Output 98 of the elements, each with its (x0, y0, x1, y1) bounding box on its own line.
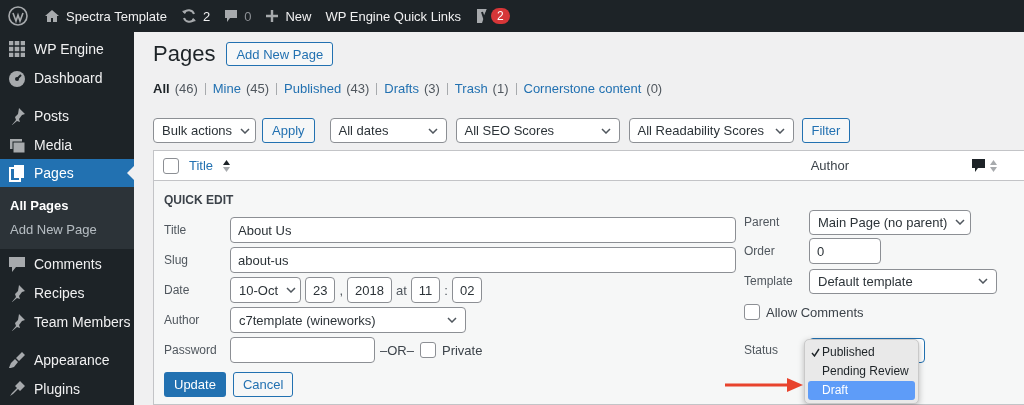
filter-dropdown[interactable]: All SEO Scores (455, 118, 620, 143)
field-label: Author (164, 313, 201, 327)
submenu-item[interactable]: Add New Page (0, 218, 134, 242)
filter-dropdown[interactable]: All Readability Scores (628, 118, 794, 143)
author-dropdown[interactable]: c7template (wineworks) (230, 307, 466, 333)
title-input[interactable]: About Us (230, 217, 736, 243)
hour-input[interactable]: 11 (410, 277, 441, 303)
sort-arrows-icon (223, 159, 231, 172)
filter-dropdown[interactable]: All dates (329, 118, 447, 143)
view-count: (43) (346, 81, 370, 97)
view-count: (45) (245, 81, 270, 97)
view-filter-link[interactable]: Published (284, 81, 342, 97)
view-filter-link[interactable]: All (153, 81, 170, 97)
view-count: (0) (646, 81, 663, 97)
view-filter-link[interactable]: Mine (212, 81, 241, 97)
pages-icon (8, 164, 26, 182)
year-input[interactable]: 2018 (347, 277, 392, 303)
slug-input[interactable]: about-us (230, 247, 736, 273)
field-label: Password (164, 343, 218, 357)
menu-item[interactable]: Team Members (0, 307, 134, 336)
password-input[interactable] (230, 337, 375, 363)
checkbox[interactable] (744, 304, 760, 320)
menu-item[interactable]: Posts (0, 101, 134, 130)
menu-item[interactable]: Plugins (0, 374, 134, 403)
private-label: Private (441, 342, 483, 358)
month-dropdown[interactable]: 10-Oct (230, 277, 301, 303)
plug-icon (8, 379, 26, 398)
checkmark-icon (811, 347, 820, 357)
view-count: (46) (174, 81, 198, 97)
field-label: Order (744, 244, 776, 258)
notification-badge: 2 (491, 8, 510, 24)
plus-icon (265, 9, 280, 23)
allow-comments-label: Allow Comments (766, 304, 864, 320)
author-column-header: Author (810, 158, 849, 173)
menu-item[interactable]: Appearance (0, 345, 134, 374)
site-name-link[interactable]: Spectra Template (66, 8, 167, 24)
field-label: Parent (744, 215, 781, 229)
view-filter-link[interactable]: Cornerstone content (523, 81, 642, 97)
new-link[interactable]: New (285, 8, 312, 24)
field-label: Slug (164, 253, 190, 267)
update-button[interactable]: Update (164, 372, 226, 397)
day-input[interactable]: 23 (305, 277, 336, 303)
quick-edit-heading: QUICK EDIT (164, 193, 235, 209)
dropdown-option[interactable]: Pending Review (808, 361, 915, 381)
apply-button[interactable]: Apply (262, 118, 315, 143)
chevron-down-icon (286, 287, 296, 293)
gauge-icon (8, 68, 26, 87)
view-count: (1) (492, 81, 509, 97)
view-count: (3) (423, 81, 440, 97)
bulk-actions-dropdown[interactable]: Bulk actions (153, 118, 256, 143)
view-filter-link[interactable]: Trash (454, 81, 488, 97)
chevron-down-icon (978, 278, 988, 284)
time-separator: : (444, 282, 448, 298)
home-icon (44, 9, 60, 23)
sort-arrows-icon (990, 159, 997, 172)
parent-dropdown[interactable]: Main Page (no parent) (809, 209, 971, 235)
refresh-icon (180, 8, 197, 24)
page-title: Pages (153, 41, 216, 67)
quick-links-menu[interactable]: WP Engine Quick Links (325, 8, 462, 24)
field-label: Status (744, 343, 780, 357)
view-filter-link[interactable]: Drafts (384, 81, 419, 97)
title-column-header[interactable]: Title (189, 158, 214, 173)
add-new-page-button[interactable]: Add New Page (226, 42, 334, 66)
or-label: –OR– (380, 342, 414, 358)
chevron-down-icon (447, 317, 457, 323)
menu-item[interactable]: Dashboard (0, 63, 134, 92)
menu-item[interactable]: Comments (0, 249, 134, 278)
comment-icon (972, 158, 985, 173)
wordpress-logo-icon[interactable] (8, 6, 28, 26)
grid-icon (8, 39, 26, 58)
chevron-down-icon (600, 127, 611, 134)
menu-item[interactable]: Recipes (0, 278, 134, 307)
field-label: Template (744, 274, 794, 288)
checkbox[interactable] (163, 157, 179, 174)
menu-item[interactable]: Media (0, 130, 134, 159)
minute-input[interactable]: 02 (452, 277, 483, 303)
comment-icon (224, 9, 239, 23)
template-dropdown[interactable]: Default template (809, 268, 997, 294)
menu-item[interactable]: Pages (0, 159, 134, 187)
paintbrush-icon (8, 350, 26, 369)
dropdown-option[interactable]: Published (808, 342, 915, 362)
menu-item[interactable]: WP Engine (0, 34, 134, 63)
updates-count[interactable]: 2 (202, 8, 211, 24)
date-separator: , (339, 282, 344, 298)
chevron-down-icon (427, 127, 438, 134)
speech-bubble-icon (8, 254, 26, 273)
filter-button[interactable]: Filter (801, 118, 851, 143)
at-label: at (396, 282, 407, 298)
submenu-item[interactable]: All Pages (0, 194, 134, 218)
field-label: Date (164, 283, 191, 297)
field-label: Title (164, 223, 188, 237)
checkbox[interactable] (419, 342, 436, 358)
chevron-down-icon (955, 219, 966, 225)
cancel-button[interactable]: Cancel (232, 372, 294, 397)
comments-count[interactable]: 0 (244, 8, 252, 24)
order-input[interactable]: 0 (809, 238, 881, 264)
chevron-down-icon (774, 127, 785, 134)
chevron-down-icon (240, 127, 251, 134)
